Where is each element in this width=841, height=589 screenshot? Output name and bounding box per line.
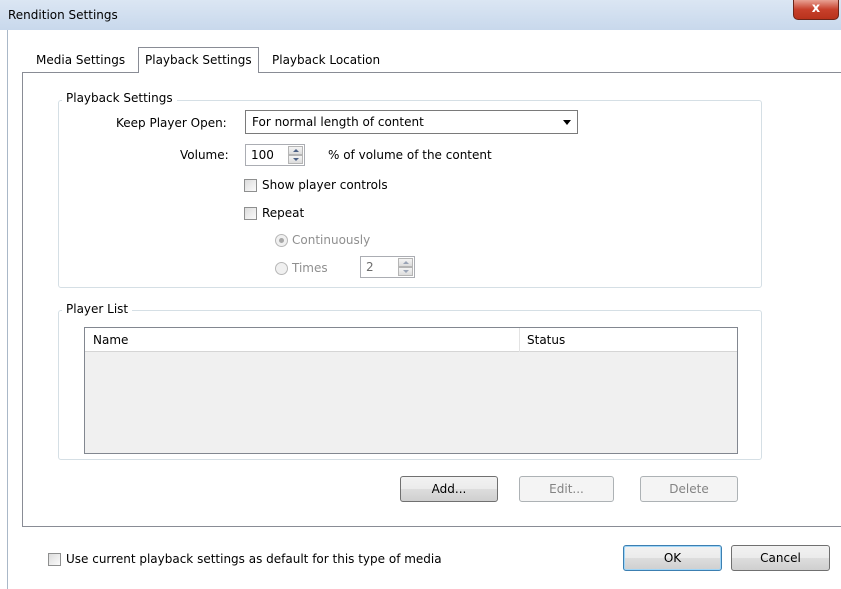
close-icon: x xyxy=(811,1,821,16)
column-separator[interactable] xyxy=(519,328,520,352)
window-title: Rendition Settings xyxy=(8,8,118,22)
volume-value: 100 xyxy=(251,148,274,162)
tab-playback-settings[interactable]: Playback Settings xyxy=(138,47,259,73)
times-increment-button[interactable] xyxy=(398,258,413,267)
keep-player-open-select[interactable]: For normal length of content xyxy=(245,110,578,134)
column-header-name[interactable]: Name xyxy=(93,333,128,347)
delete-button[interactable]: Delete xyxy=(640,476,738,502)
arrow-down-icon xyxy=(293,158,299,161)
times-value: 2 xyxy=(366,260,374,274)
ok-button[interactable]: OK xyxy=(623,545,722,571)
repeat-label[interactable]: Repeat xyxy=(262,206,304,220)
times-decrement-button[interactable] xyxy=(398,267,413,276)
show-player-controls-checkbox[interactable] xyxy=(244,179,257,192)
volume-label: Volume: xyxy=(180,148,229,162)
close-button[interactable]: x xyxy=(793,0,839,20)
window-left-border xyxy=(7,30,8,589)
chevron-down-icon xyxy=(563,120,571,125)
volume-stepper[interactable]: 100 xyxy=(245,144,305,166)
tab-media-settings[interactable]: Media Settings xyxy=(30,50,131,72)
volume-suffix: % of volume of the content xyxy=(328,148,492,162)
player-list-table[interactable]: Name Status xyxy=(84,327,738,454)
playback-settings-group-label: Playback Settings xyxy=(62,91,177,105)
arrow-up-icon xyxy=(293,149,299,152)
keep-player-open-value: For normal length of content xyxy=(252,115,424,129)
keep-player-open-label: Keep Player Open: xyxy=(116,116,227,130)
show-player-controls-label[interactable]: Show player controls xyxy=(262,178,388,192)
add-button[interactable]: Add... xyxy=(400,476,498,502)
use-as-default-checkbox[interactable] xyxy=(48,553,61,566)
cancel-button[interactable]: Cancel xyxy=(731,545,830,571)
continuously-radio[interactable] xyxy=(275,234,288,247)
edit-button[interactable]: Edit... xyxy=(519,476,614,502)
times-label[interactable]: Times xyxy=(292,261,328,275)
title-bar: Rendition Settings x xyxy=(0,0,841,30)
tab-playback-location[interactable]: Playback Location xyxy=(266,50,386,72)
volume-increment-button[interactable] xyxy=(288,146,303,155)
column-header-status[interactable]: Status xyxy=(527,333,565,347)
volume-decrement-button[interactable] xyxy=(288,155,303,164)
repeat-checkbox[interactable] xyxy=(244,207,257,220)
player-list-header: Name Status xyxy=(85,328,737,352)
use-as-default-label[interactable]: Use current playback settings as default… xyxy=(66,552,442,566)
times-radio[interactable] xyxy=(275,262,288,275)
arrow-up-icon xyxy=(403,261,409,264)
arrow-down-icon xyxy=(403,270,409,273)
times-stepper[interactable]: 2 xyxy=(360,256,415,278)
continuously-label[interactable]: Continuously xyxy=(292,233,370,247)
player-list-group-label: Player List xyxy=(62,302,133,316)
